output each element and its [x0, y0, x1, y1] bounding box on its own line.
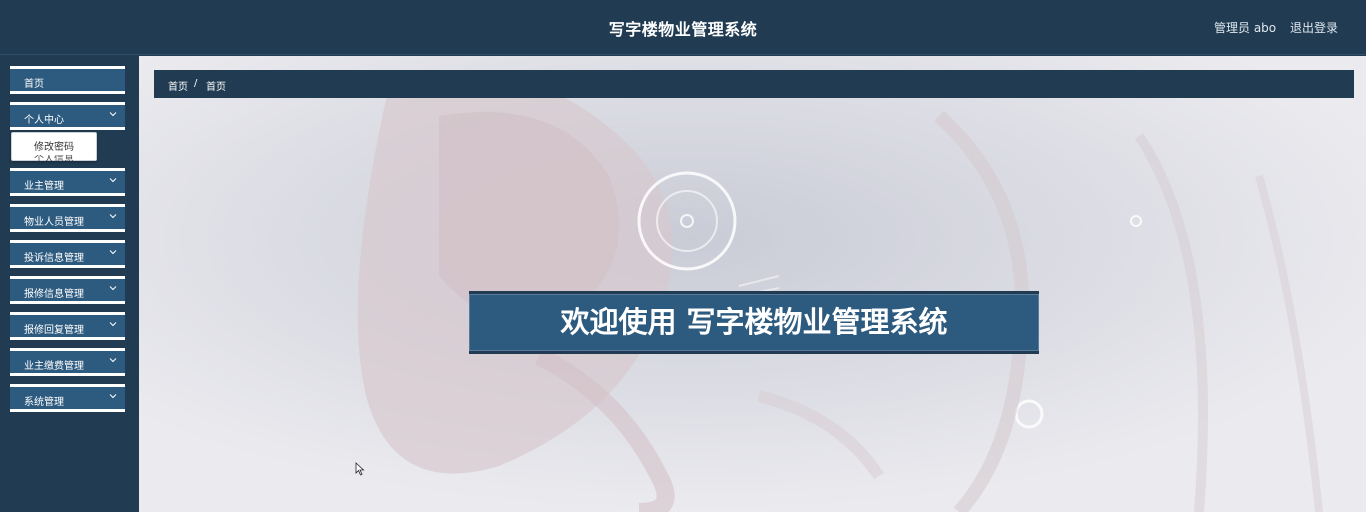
chevron-down-icon [109, 322, 117, 327]
chevron-down-icon [109, 112, 117, 117]
breadcrumb-home-link[interactable]: 首页 [168, 78, 188, 93]
background-illustration [139, 56, 1366, 512]
personal-center-submenu: 修改密码 个人信息 [11, 132, 97, 161]
sidebar-item-label: 报修回复管理 [24, 325, 84, 336]
sidebar-item-home[interactable]: 首页 [10, 66, 125, 94]
breadcrumb: 首页 / 首页 [154, 70, 1354, 98]
sidebar-item-label: 业主管理 [24, 181, 64, 192]
logout-link[interactable]: 退出登录 [1290, 19, 1338, 36]
sidebar-item-label: 业主缴费管理 [24, 361, 84, 372]
sidebar-item-staff-management[interactable]: 物业人员管理 [10, 204, 125, 232]
sidebar-item-label: 个人中心 [24, 115, 64, 126]
sidebar-item-label: 报修信息管理 [24, 289, 84, 300]
sidebar-item-personal-center[interactable]: 个人中心 [10, 102, 125, 130]
submenu-item-change-password[interactable]: 修改密码 [34, 138, 74, 153]
chevron-down-icon [109, 394, 117, 399]
sidebar-item-system-management[interactable]: 系统管理 [10, 384, 125, 412]
top-bar: 写字楼物业管理系统 管理员 abo 退出登录 [0, 0, 1366, 55]
sidebar: 首页 个人中心 修改密码 个人信息 业主管理 物业人员管理 投诉信息管理 报修信… [0, 56, 139, 512]
chevron-down-icon [109, 178, 117, 183]
current-user-label: 管理员 abo [1214, 21, 1277, 35]
chevron-down-icon [109, 214, 117, 219]
sidebar-item-label: 系统管理 [24, 397, 64, 408]
sidebar-item-label: 物业人员管理 [24, 217, 84, 228]
sidebar-item-repair-reply-management[interactable]: 报修回复管理 [10, 312, 125, 340]
chevron-down-icon [109, 358, 117, 363]
submenu-item-personal-info[interactable]: 个人信息 [34, 155, 74, 161]
chevron-down-icon [109, 286, 117, 291]
app-title: 写字楼物业管理系统 [608, 20, 758, 39]
breadcrumb-current: 首页 [206, 82, 226, 93]
sidebar-item-complaint-management[interactable]: 投诉信息管理 [10, 240, 125, 268]
sidebar-item-payment-management[interactable]: 业主缴费管理 [10, 348, 125, 376]
mouse-cursor-icon [355, 462, 365, 476]
sidebar-item-repair-management[interactable]: 报修信息管理 [10, 276, 125, 304]
chevron-down-icon [109, 250, 117, 255]
sidebar-item-owner-management[interactable]: 业主管理 [10, 168, 125, 196]
breadcrumb-separator: / [194, 78, 198, 89]
sidebar-item-label: 首页 [24, 79, 44, 90]
welcome-banner: 欢迎使用 写字楼物业管理系统 [469, 291, 1039, 354]
main-content: 首页 / 首页 欢迎使用 写字楼物业管理系统 [139, 56, 1366, 512]
sidebar-item-label: 投诉信息管理 [24, 253, 84, 264]
